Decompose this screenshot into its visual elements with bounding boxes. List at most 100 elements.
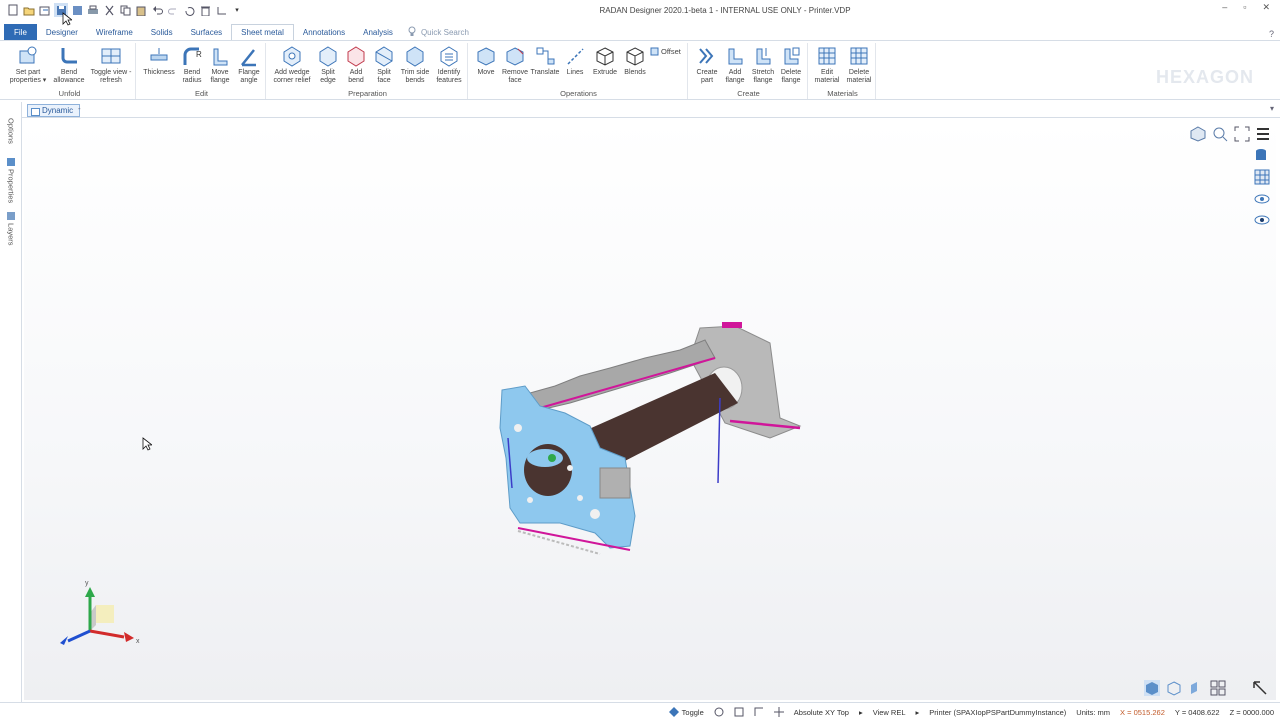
bend-allowance-button[interactable]: Bend allowance <box>52 45 86 85</box>
toggle-label: Toggle <box>681 707 704 717</box>
bend-radius-label: Bend radius <box>182 69 202 84</box>
3d-viewport[interactable]: y x <box>24 120 1276 700</box>
ribbon: Set part properties ▾ Bend allowance Tog… <box>0 29 1280 100</box>
separator-icon: ▸ <box>858 707 863 717</box>
toggle-view-refresh-button[interactable]: Toggle view - refresh <box>90 45 132 85</box>
create-part-button[interactable]: Create part <box>692 45 722 85</box>
axis-y-label: y <box>85 580 89 587</box>
group-create-label: Create <box>737 89 760 98</box>
toggle-view-icon <box>101 48 121 64</box>
toggle-button[interactable]: Toggle <box>668 707 704 717</box>
tab-designer[interactable]: Designer <box>37 24 87 40</box>
trim-side-bends-button[interactable]: Trim side bends <box>398 45 432 85</box>
split-face-button[interactable]: Split face <box>370 45 398 85</box>
thickness-button[interactable]: Thickness <box>141 45 177 77</box>
offset-button[interactable]: Offset <box>650 47 681 56</box>
side-tab-properties-label: Properties <box>6 169 16 204</box>
tab-surfaces[interactable]: Surfaces <box>182 24 232 40</box>
add-bend-button[interactable]: Add bend <box>342 45 370 85</box>
remove-face-button[interactable]: Remove face <box>500 45 530 85</box>
panel-collapse-icon[interactable]: ▾ <box>1270 104 1274 113</box>
edit-material-button[interactable]: Edit material <box>812 45 842 85</box>
group-unfold: Set part properties ▾ Bend allowance Tog… <box>4 43 136 99</box>
hide-icon[interactable] <box>1254 213 1270 227</box>
split-edge-button[interactable]: Split edge <box>314 45 342 85</box>
grid-view-icon[interactable] <box>1254 169 1270 185</box>
side-tab-layers[interactable]: Layers <box>4 212 18 246</box>
layers-cylinder-icon[interactable] <box>1254 148 1268 162</box>
offset-label: Offset <box>661 47 681 56</box>
view-rel-text[interactable]: View REL <box>873 708 906 717</box>
blends-button[interactable]: Blends <box>620 45 650 77</box>
y-coordinate: Y = 0408.622 <box>1174 707 1220 717</box>
add-flange-button[interactable]: Add flange <box>720 45 750 85</box>
set-part-properties-button[interactable]: Set part properties ▾ <box>8 45 48 85</box>
layout-grid-icon[interactable] <box>1210 680 1226 696</box>
tab-analysis[interactable]: Analysis <box>354 24 402 40</box>
constraint-icon[interactable] <box>754 707 764 717</box>
snap-icon[interactable] <box>714 707 724 717</box>
grid-snap-icon[interactable] <box>734 707 744 717</box>
stretch-flange-label: Stretch flange <box>751 69 775 84</box>
sheet-metal-part-model[interactable] <box>470 318 830 568</box>
close-icon[interactable]: ✕ <box>1262 2 1270 13</box>
add-wedge-corner-relief-button[interactable]: Add wedge corner relief <box>270 45 314 85</box>
add-bend-label: Add bend <box>348 69 364 84</box>
restore-icon[interactable]: ▫ <box>1243 2 1246 13</box>
move-button[interactable]: Move <box>472 45 500 77</box>
tab-file[interactable]: File <box>4 24 37 40</box>
extrude-button[interactable]: Extrude <box>590 45 620 77</box>
quick-search-label: Quick Search <box>420 27 469 37</box>
help-icon[interactable]: ? <box>1269 29 1274 39</box>
tab-annotations[interactable]: Annotations <box>294 24 354 40</box>
stretch-flange-icon <box>756 48 771 65</box>
tab-wireframe[interactable]: Wireframe <box>87 24 142 40</box>
view-cube-icon[interactable] <box>1190 126 1206 142</box>
bend-radius-button[interactable]: R Bend radius <box>178 45 206 85</box>
menu-icon[interactable] <box>1256 126 1270 142</box>
stretch-flange-button[interactable]: Stretch flange <box>748 45 778 85</box>
zoom-view-icon[interactable] <box>1212 126 1228 142</box>
ribbon-tabs: File Designer Wireframe Solids Surfaces … <box>0 24 1280 40</box>
tab-sheet-metal[interactable]: Sheet metal <box>231 24 294 40</box>
view-mode-text[interactable]: Absolute XY Top <box>794 708 849 717</box>
side-panel: Options Properties Layers <box>0 102 22 702</box>
side-tab-options[interactable]: Options <box>4 118 18 144</box>
bend-allowance-label: Bend allowance <box>53 69 85 84</box>
svg-text:R: R <box>196 50 202 59</box>
lines-button[interactable]: Lines <box>560 45 590 77</box>
delete-flange-button[interactable]: Delete flange <box>776 45 806 85</box>
section-view-icon[interactable] <box>1188 680 1204 696</box>
thickness-icon <box>150 48 168 61</box>
z-coordinate: Z = 0000.000 <box>1229 707 1274 717</box>
fit-view-icon[interactable] <box>1234 126 1250 142</box>
lines-label: Lines <box>566 69 584 76</box>
move-origin-icon[interactable] <box>773 707 784 717</box>
minimize-icon[interactable]: – <box>1222 2 1227 13</box>
doc-tab-dynamic[interactable]: Dynamic <box>27 104 81 117</box>
doc-tab-menu-icon[interactable]: - <box>78 104 81 113</box>
extrude-label: Extrude <box>592 69 618 76</box>
properties-icon <box>7 158 15 166</box>
trim-side-bends-icon <box>406 46 424 67</box>
flange-angle-button[interactable]: Flange angle <box>234 45 264 85</box>
axis-x-label: x <box>136 638 140 645</box>
shaded-view-icon[interactable] <box>1144 680 1160 696</box>
viewport-bottom-toolbar <box>1144 680 1268 696</box>
wireframe-view-icon[interactable] <box>1166 680 1182 696</box>
select-tool-icon[interactable] <box>1252 680 1268 696</box>
identify-features-button[interactable]: Identify features <box>432 45 466 85</box>
translate-button[interactable]: Translate <box>530 45 560 77</box>
viewport-top-toolbar <box>1190 126 1270 142</box>
tab-solids[interactable]: Solids <box>142 24 182 40</box>
group-operations: Move Remove face Translate Lines Extrude… <box>470 43 688 99</box>
axis-triad: y x <box>60 580 140 645</box>
group-edit: Thickness R Bend radius Move flange Flan… <box>138 43 266 99</box>
toggle-diamond-icon <box>668 707 679 717</box>
quick-search[interactable]: Quick Search <box>408 26 469 39</box>
side-tab-properties[interactable]: Properties <box>4 158 18 203</box>
visibility-icon[interactable] <box>1254 192 1270 206</box>
delete-material-button[interactable]: Delete material <box>843 45 875 85</box>
move-flange-button[interactable]: Move flange <box>206 45 234 85</box>
remove-face-label: Remove face <box>501 69 529 84</box>
